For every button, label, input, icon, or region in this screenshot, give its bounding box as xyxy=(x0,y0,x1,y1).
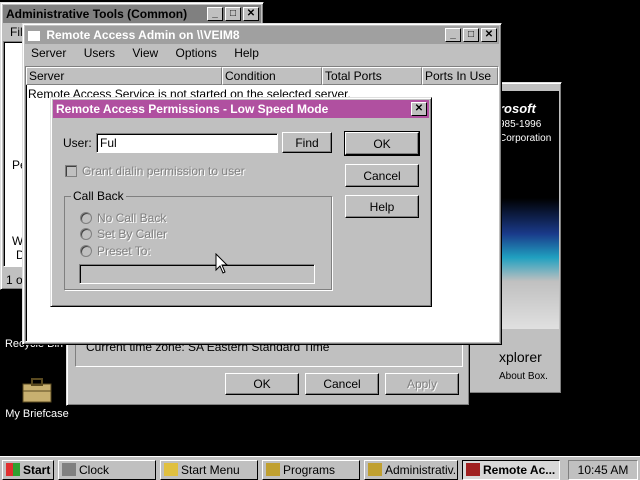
grant-dialin-label: Grant dialin permission to user xyxy=(82,164,245,178)
folder-icon xyxy=(164,463,178,476)
preset-to-radio[interactable] xyxy=(80,245,92,257)
menu-view[interactable]: View xyxy=(132,46,158,60)
callback-group-label: Call Back xyxy=(71,189,126,203)
about-box-text: About Box. xyxy=(499,371,548,382)
admin-folder-icon xyxy=(368,463,382,476)
ras-admin-title-icon xyxy=(28,30,40,41)
admin-status-text: 1 o xyxy=(6,273,23,287)
my-briefcase-icon[interactable]: My Briefcase xyxy=(2,376,72,420)
system-tray: 10:45 AM xyxy=(568,460,638,480)
corporation-text: Corporation xyxy=(499,133,552,144)
maximize-button[interactable]: □ xyxy=(225,7,241,21)
copyright-years: 985-1996 xyxy=(499,119,542,130)
set-by-caller-label: Set By Caller xyxy=(97,227,168,241)
admin-tools-titlebar[interactable]: Administrative Tools (Common) _ □ ✕ xyxy=(3,5,261,23)
user-label: User: xyxy=(63,136,92,150)
ras-admin-title: Remote Access Admin on \\VEIM8 xyxy=(46,28,240,42)
ok-button[interactable]: OK xyxy=(344,131,420,156)
no-callback-radio[interactable] xyxy=(80,212,92,224)
start-label: Start xyxy=(23,463,51,477)
ms-logo-text: rosoft xyxy=(499,101,536,116)
help-button[interactable]: Help xyxy=(345,195,419,218)
my-briefcase-label: My Briefcase xyxy=(5,408,69,420)
minimize-button[interactable]: _ xyxy=(207,7,223,21)
permissions-title: Remote Access Permissions - Low Speed Mo… xyxy=(56,102,329,116)
mouse-pointer-icon xyxy=(215,253,229,274)
permissions-close-button[interactable]: ✕ xyxy=(411,102,427,116)
remote-access-icon xyxy=(466,463,480,476)
taskbar-item-clock-label: Clock xyxy=(79,463,110,477)
col-header-ports-in-use[interactable]: Ports In Use xyxy=(422,67,498,85)
admin-tools-title: Administrative Tools (Common) xyxy=(6,7,188,21)
set-by-caller-radio[interactable] xyxy=(80,228,92,240)
permissions-titlebar[interactable]: Remote Access Permissions - Low Speed Mo… xyxy=(53,100,429,118)
datetime-apply-button[interactable]: Apply xyxy=(385,373,459,395)
taskbar-item-programs-label: Programs xyxy=(283,463,336,477)
datetime-cancel-button[interactable]: Cancel xyxy=(305,373,379,395)
cancel-button[interactable]: Cancel xyxy=(345,164,419,187)
tray-clock[interactable]: 10:45 AM xyxy=(578,463,629,477)
clock-icon xyxy=(62,463,76,476)
preset-to-label: Preset To: xyxy=(97,244,151,258)
permissions-dialog: Remote Access Permissions - Low Speed Mo… xyxy=(50,97,432,307)
find-button[interactable]: Find xyxy=(282,132,332,153)
explorer-text: xplorer xyxy=(499,349,542,365)
start-button[interactable]: Start xyxy=(2,460,54,480)
taskbar-item-remote-access[interactable]: Remote Ac... xyxy=(462,460,560,480)
taskbar-item-admin-tools[interactable]: Administrativ... xyxy=(364,460,458,480)
ras-minimize-button[interactable]: _ xyxy=(445,28,461,42)
briefcase-icon xyxy=(22,378,52,403)
menu-options[interactable]: Options xyxy=(176,46,217,60)
taskbar-item-clock[interactable]: Clock xyxy=(58,460,156,480)
user-input[interactable]: Ful xyxy=(96,133,278,153)
col-header-server[interactable]: Server xyxy=(26,67,222,85)
menu-users[interactable]: Users xyxy=(84,46,115,60)
close-button[interactable]: ✕ xyxy=(243,7,259,21)
user-input-value: Ful xyxy=(100,136,117,150)
ras-maximize-button[interactable]: □ xyxy=(463,28,479,42)
datetime-ok-button[interactable]: OK xyxy=(225,373,299,395)
ras-close-button[interactable]: ✕ xyxy=(481,28,497,42)
ras-menubar: Server Users View Options Help xyxy=(31,46,273,60)
windows-logo-icon xyxy=(6,463,20,476)
col-header-condition[interactable]: Condition xyxy=(222,67,322,85)
preset-number-input[interactable] xyxy=(79,264,315,284)
programs-icon xyxy=(266,463,280,476)
taskbar-item-start-menu-label: Start Menu xyxy=(181,463,240,477)
taskbar-item-remote-access-label: Remote Ac... xyxy=(483,463,556,477)
no-callback-label: No Call Back xyxy=(97,211,167,225)
menu-help[interactable]: Help xyxy=(234,46,259,60)
col-header-total-ports[interactable]: Total Ports xyxy=(322,67,422,85)
taskbar-item-programs[interactable]: Programs xyxy=(262,460,360,480)
taskbar-item-start-menu[interactable]: Start Menu xyxy=(160,460,258,480)
grant-dialin-checkbox[interactable] xyxy=(65,165,77,177)
menu-server[interactable]: Server xyxy=(31,46,66,60)
taskbar: Start Clock Start Menu Programs Administ… xyxy=(0,456,640,480)
taskbar-item-admin-tools-label: Administrativ... xyxy=(385,463,458,477)
ras-admin-titlebar[interactable]: Remote Access Admin on \\VEIM8 _ □ ✕ xyxy=(25,26,499,44)
